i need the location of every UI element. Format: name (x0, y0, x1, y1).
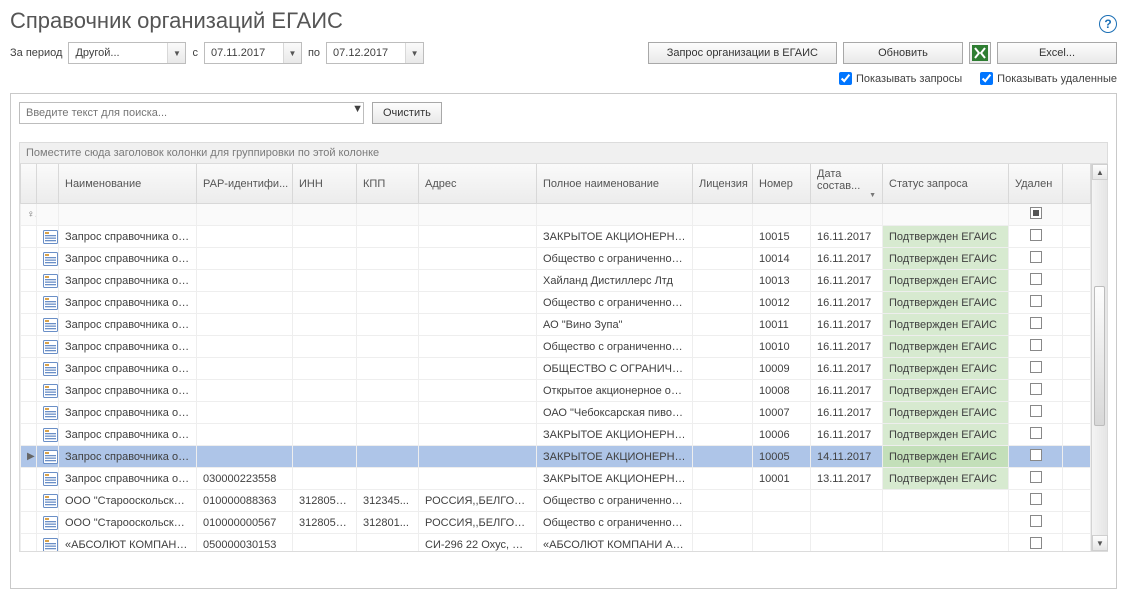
help-icon[interactable]: ? (1099, 15, 1117, 33)
row-indicator-header (21, 164, 37, 204)
chevron-down-icon: ▼ (405, 43, 423, 63)
col-number[interactable]: Номер (753, 164, 811, 204)
col-deleted[interactable]: Удален (1009, 164, 1063, 204)
deleted-filter-indeterminate[interactable] (1030, 207, 1042, 219)
deleted-checkbox[interactable] (1030, 515, 1042, 527)
group-panel[interactable]: Поместите сюда заголовок колонки для гру… (19, 142, 1108, 164)
col-address[interactable]: Адрес (419, 164, 537, 204)
col-kpp[interactable]: КПП (357, 164, 419, 204)
list-item-icon (43, 538, 58, 551)
col-license[interactable]: Лицензия (693, 164, 753, 204)
period-to-label: по (308, 47, 320, 59)
deleted-checkbox[interactable] (1030, 405, 1042, 417)
table-row[interactable]: Запрос справочника ор...ЗАКРЫТОЕ АКЦИОНЕ… (21, 424, 1091, 446)
period-from-date[interactable]: 07.11.2017 ▼ (204, 42, 302, 64)
deleted-checkbox[interactable] (1030, 273, 1042, 285)
table-row[interactable]: ▶Запрос справочника орг...ЗАКРЫТОЕ АКЦИО… (21, 446, 1091, 468)
deleted-checkbox[interactable] (1030, 449, 1042, 461)
deleted-checkbox[interactable] (1030, 339, 1042, 351)
deleted-checkbox[interactable] (1030, 295, 1042, 307)
show-requests-check[interactable]: Показывать запросы (839, 72, 962, 85)
table-row[interactable]: Запрос справочника ор...Общество с огран… (21, 336, 1091, 358)
deleted-checkbox[interactable] (1030, 537, 1042, 549)
list-item-icon (43, 296, 58, 310)
list-item-icon (43, 318, 58, 332)
grid-panel: ▼ Очистить Поместите сюда заголовок коло… (10, 93, 1117, 589)
list-item-icon (43, 252, 58, 266)
table-row[interactable]: Запрос справочника ор...АО "Вино Зупа"10… (21, 314, 1091, 336)
search-input[interactable]: ▼ (19, 102, 364, 124)
deleted-checkbox[interactable] (1030, 317, 1042, 329)
excel-button[interactable]: Excel... (997, 42, 1117, 64)
data-grid[interactable]: Наименование РАР-идентифи... ИНН КПП Адр… (20, 164, 1091, 551)
table-row[interactable]: Запрос справочника ор...ЗАКРЫТОЕ АКЦИОНЕ… (21, 226, 1091, 248)
refresh-button[interactable]: Обновить (843, 42, 963, 64)
col-name[interactable]: Наименование (59, 164, 197, 204)
deleted-checkbox[interactable] (1030, 471, 1042, 483)
sort-desc-icon: ▼ (869, 192, 876, 199)
chevron-down-icon: ▼ (167, 43, 185, 63)
list-item-icon (43, 450, 58, 464)
deleted-checkbox[interactable] (1030, 427, 1042, 439)
col-fullname[interactable]: Полное наименование (537, 164, 693, 204)
col-status[interactable]: Статус запроса (883, 164, 1009, 204)
request-org-button[interactable]: Запрос организации в ЕГАИС (648, 42, 837, 64)
list-item-icon (43, 428, 58, 442)
excel-icon[interactable] (969, 42, 991, 64)
clear-button[interactable]: Очистить (372, 102, 442, 124)
col-spacer (1063, 164, 1091, 204)
scroll-up-icon[interactable]: ▲ (1092, 164, 1108, 180)
table-row[interactable]: Запрос справочника ор...030000223558ЗАКР… (21, 468, 1091, 490)
chevron-down-icon: ▼ (283, 43, 301, 63)
table-row[interactable]: Запрос справочника ор...Открытое акционе… (21, 380, 1091, 402)
list-item-icon (43, 516, 58, 530)
col-rar[interactable]: РАР-идентифи... (197, 164, 293, 204)
list-item-icon (43, 340, 58, 354)
deleted-checkbox[interactable] (1030, 383, 1042, 395)
deleted-checkbox[interactable] (1030, 361, 1042, 373)
scroll-down-icon[interactable]: ▼ (1092, 535, 1108, 551)
table-row[interactable]: Запрос справочника ор...Общество с огран… (21, 292, 1091, 314)
table-row[interactable]: Запрос справочника ор...Хайланд Дистилле… (21, 270, 1091, 292)
deleted-checkbox[interactable] (1030, 493, 1042, 505)
list-item-icon (43, 230, 58, 244)
table-row[interactable]: ООО "Старооскольский лике...010000000567… (21, 512, 1091, 534)
deleted-checkbox[interactable] (1030, 229, 1042, 241)
page-title: Справочник организаций ЕГАИС (10, 8, 343, 34)
icon-header (37, 164, 59, 204)
deleted-checkbox[interactable] (1030, 251, 1042, 263)
list-item-icon (43, 494, 58, 508)
table-row[interactable]: Запрос справочника ор...ОБЩЕСТВО С ОГРАН… (21, 358, 1091, 380)
period-mode-combo[interactable]: Другой... ▼ (68, 42, 186, 64)
list-item-icon (43, 384, 58, 398)
col-date[interactable]: Дата состав...▼ (811, 164, 883, 204)
table-row[interactable]: Запрос справочника ор...Общество с огран… (21, 248, 1091, 270)
show-deleted-check[interactable]: Показывать удаленные (980, 72, 1117, 85)
filter-icon: ♀ (21, 204, 37, 226)
table-row[interactable]: ООО "Старооскольский лике...010000088363… (21, 490, 1091, 512)
period-from-label: с (192, 47, 198, 59)
chevron-down-icon: ▼ (352, 103, 363, 123)
scroll-thumb[interactable] (1094, 286, 1105, 426)
period-label: За период (10, 47, 62, 59)
table-row[interactable]: «АБСОЛЮТ КОМПАНИ АВ»050000030153СИ-296 2… (21, 534, 1091, 551)
vertical-scrollbar[interactable]: ▲ ▼ (1091, 164, 1107, 551)
list-item-icon (43, 472, 58, 486)
list-item-icon (43, 406, 58, 420)
list-item-icon (43, 274, 58, 288)
col-inn[interactable]: ИНН (293, 164, 357, 204)
list-item-icon (43, 362, 58, 376)
period-to-date[interactable]: 07.12.2017 ▼ (326, 42, 424, 64)
table-row[interactable]: Запрос справочника ор...ОАО "Чебоксарска… (21, 402, 1091, 424)
filter-row[interactable]: ♀ (21, 204, 1091, 226)
